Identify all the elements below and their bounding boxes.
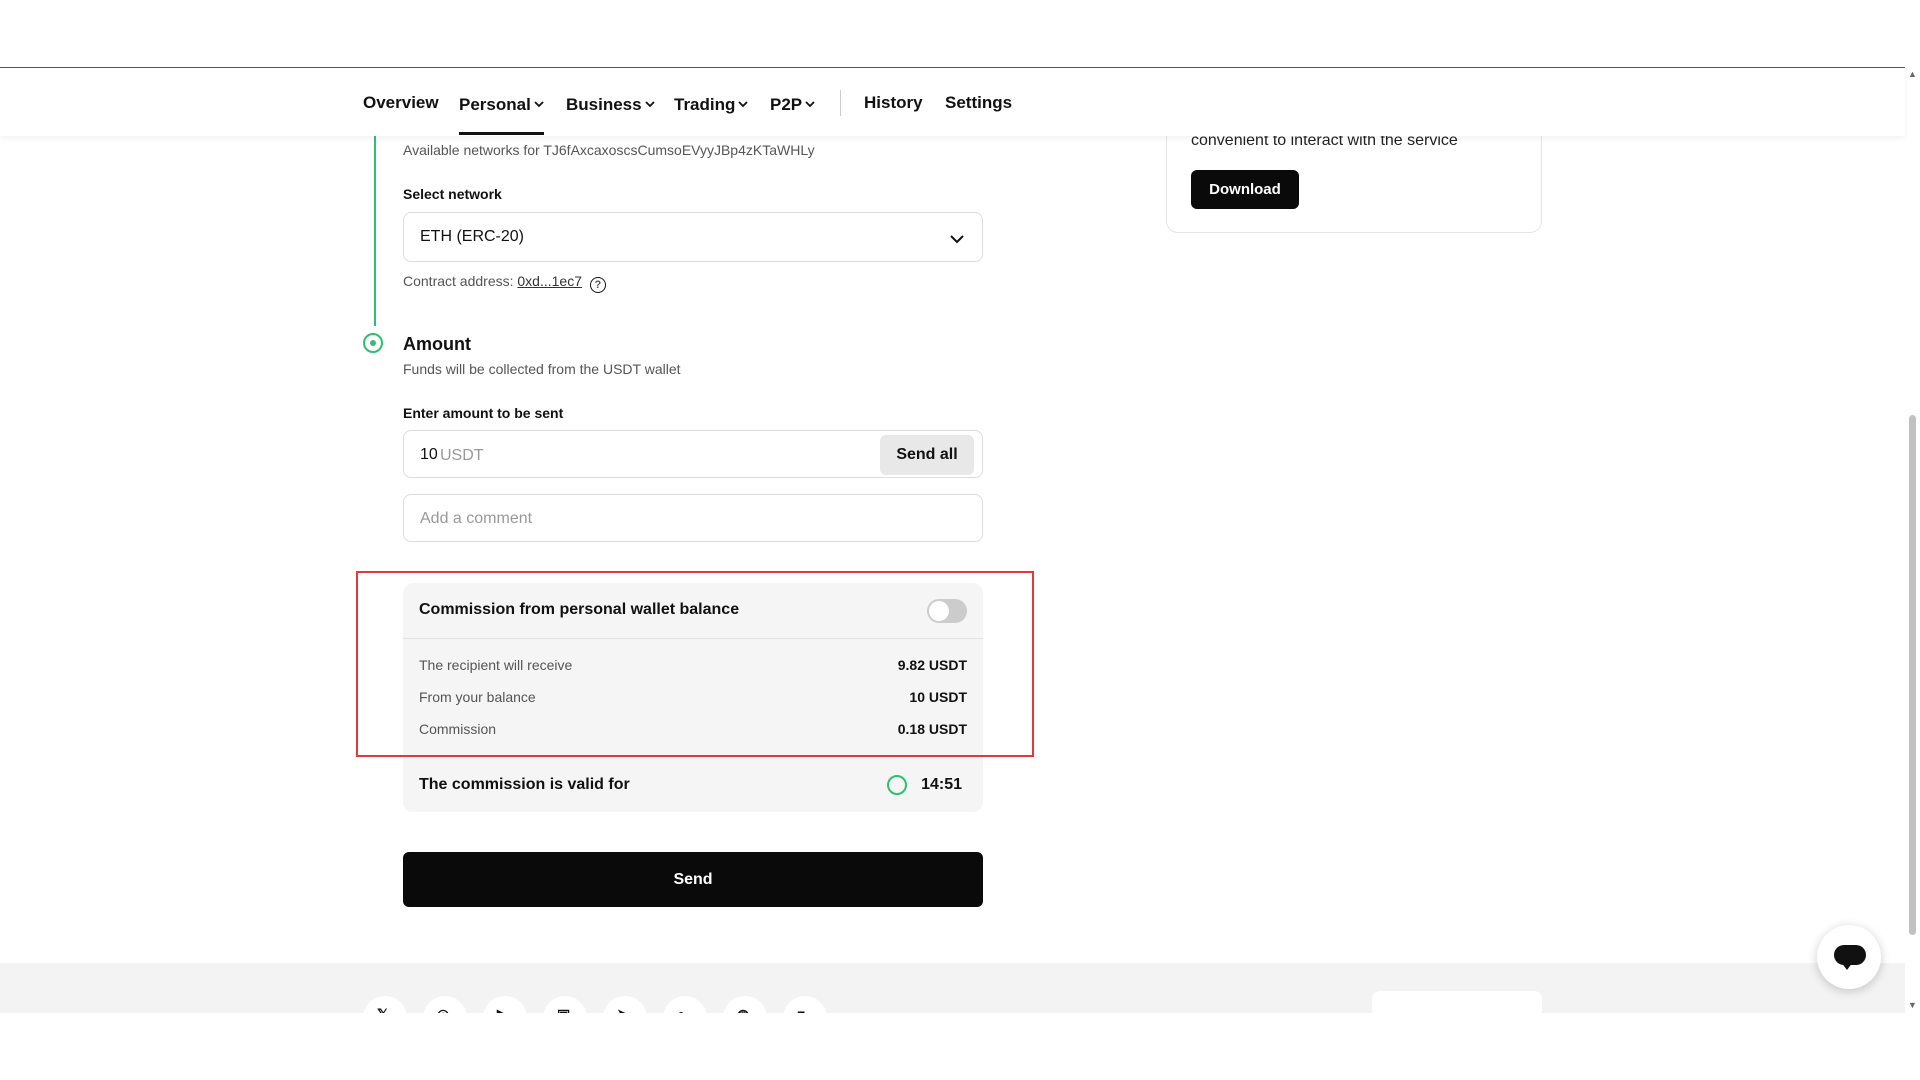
available-networks-text: Available networks for TJ6fAxcaxoscsCums…	[403, 142, 815, 158]
network-select[interactable]: ETH (ERC-20)	[403, 212, 983, 262]
language-selector[interactable]	[1372, 991, 1542, 1013]
step-indicator-icon	[363, 333, 383, 353]
amount-field[interactable]: 10 USDT Send all	[403, 430, 983, 478]
chat-support-button[interactable]	[1817, 925, 1881, 989]
download-button[interactable]: Download	[1191, 170, 1299, 209]
send-button[interactable]: Send	[403, 852, 983, 907]
scroll-up-arrow-icon[interactable]: ▲	[1908, 69, 1917, 79]
discord-icon[interactable]: ■	[783, 996, 827, 1013]
amount-value: 10	[420, 446, 438, 463]
select-network-label: Select network	[403, 186, 502, 202]
chevron-down-icon	[950, 231, 964, 249]
chat-bubble-icon	[1834, 945, 1866, 970]
amount-input-label: Enter amount to be sent	[403, 405, 564, 421]
step-connector-line	[374, 136, 376, 326]
chevron-down-icon	[805, 93, 815, 113]
amount-title: Amount	[403, 334, 471, 354]
contract-address-row: Contract address: 0xd...1ec7 ?	[403, 273, 606, 293]
youtube-icon[interactable]: ▶	[483, 996, 527, 1013]
linkedin-icon[interactable]: ▣	[543, 996, 587, 1013]
nav-history[interactable]: History	[864, 93, 923, 113]
comment-placeholder: Add a comment	[420, 510, 533, 527]
nav-trading[interactable]: Trading	[674, 93, 749, 115]
comment-input[interactable]: Add a comment	[403, 494, 983, 542]
amount-subtitle: Funds will be collected from the USDT wa…	[403, 361, 681, 377]
globe-icon[interactable]: ◍	[723, 996, 767, 1013]
page-bottom-blank	[0, 1013, 1920, 1080]
commission-timer: 14:51	[921, 776, 962, 793]
chevron-down-icon	[644, 93, 655, 113]
help-icon[interactable]: ?	[589, 277, 606, 293]
contract-address-label: Contract address:	[403, 273, 514, 289]
scrollbar-thumb[interactable]	[1909, 415, 1916, 935]
telegram-icon[interactable]: ➤	[603, 996, 647, 1013]
nav-p2p[interactable]: P2P	[770, 93, 815, 115]
scroll-down-arrow-icon[interactable]: ▼	[1908, 1000, 1917, 1010]
main-nav: Overview Personal Business Trading P2P H…	[0, 68, 1905, 136]
instagram-icon[interactable]: ◎	[423, 996, 467, 1013]
send-all-button[interactable]: Send all	[880, 435, 974, 475]
nav-business[interactable]: Business	[566, 93, 655, 115]
highlight-box	[356, 571, 1034, 757]
amount-currency: USDT	[440, 447, 484, 464]
timer-ring-icon	[887, 775, 907, 795]
chevron-down-icon	[534, 93, 544, 113]
nav-settings[interactable]: Settings	[945, 93, 1012, 113]
nav-active-indicator	[459, 132, 544, 135]
chevron-down-icon	[738, 93, 749, 113]
nav-separator	[840, 90, 841, 116]
network-select-value: ETH (ERC-20)	[420, 228, 525, 245]
x-icon[interactable]: 𝕏	[363, 996, 407, 1013]
nav-overview[interactable]: Overview	[363, 93, 439, 113]
nav-personal[interactable]: Personal	[459, 93, 544, 115]
contract-address-link[interactable]: 0xd...1ec7	[517, 273, 582, 289]
footer: 𝕏 ◎ ▶ ▣ ➤ ● ◍ ■	[0, 963, 1905, 1013]
commission-valid-label: The commission is valid for	[419, 776, 630, 793]
facebook-icon[interactable]: ●	[663, 996, 707, 1013]
